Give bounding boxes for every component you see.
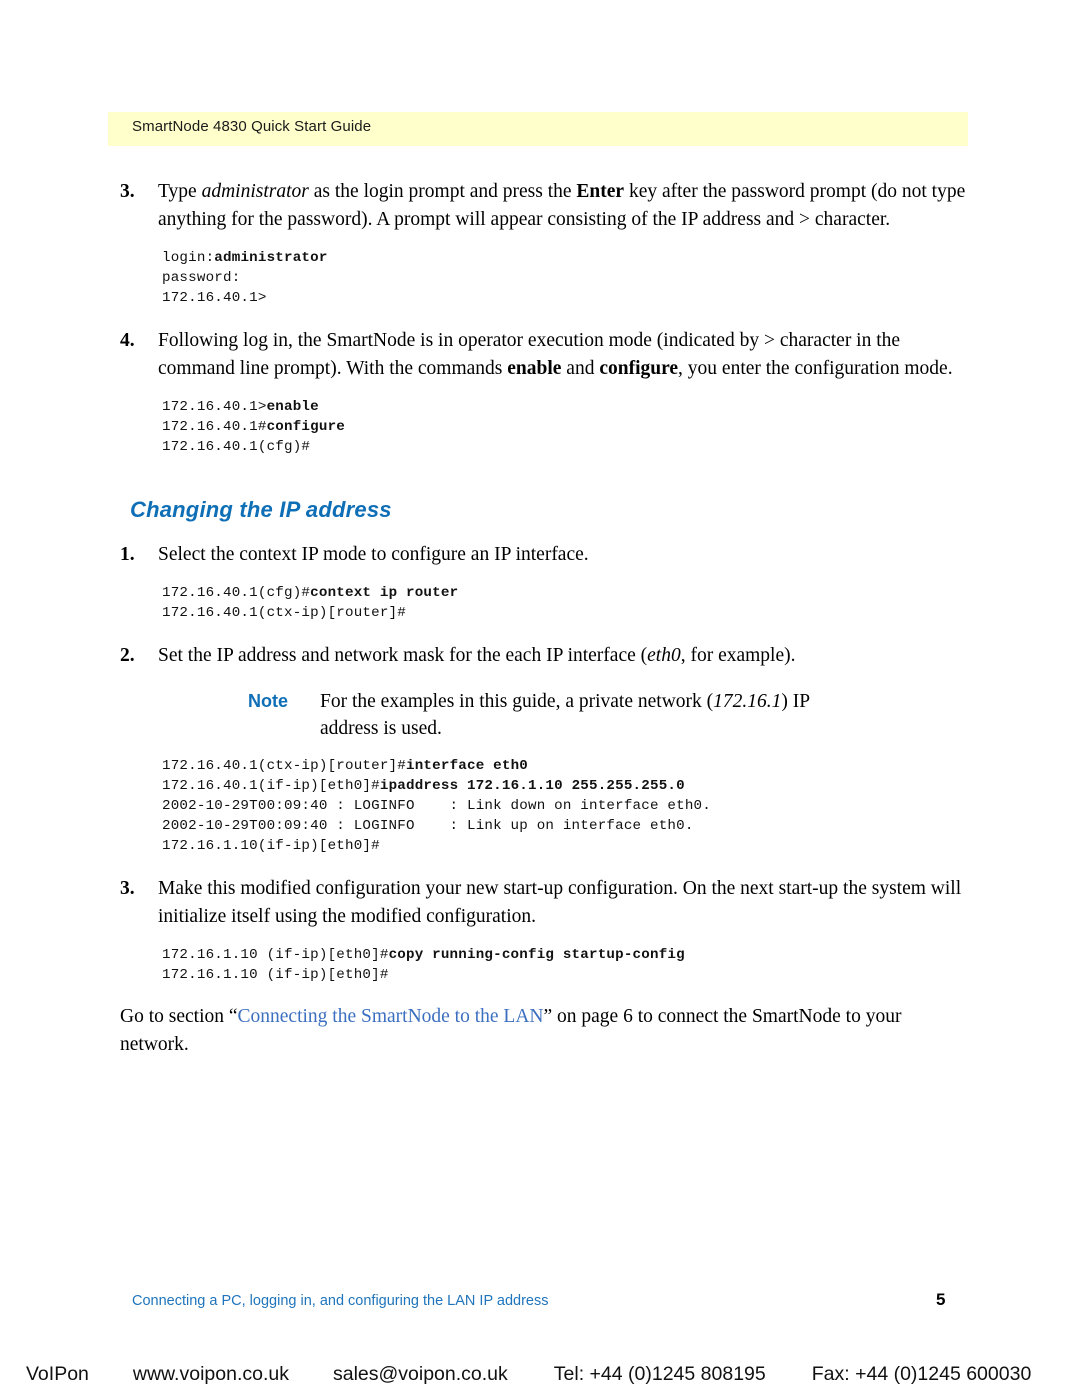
step-number: 3. — [120, 877, 135, 899]
cli-line: 172.16.40.1> — [162, 398, 267, 415]
numbered-step: 4. Following log in, the SmartNode is in… — [120, 327, 980, 383]
cli-line: password: — [162, 270, 241, 287]
step-number: 3. — [120, 181, 135, 202]
numbered-step: 3. Make this modified configuration your… — [120, 875, 980, 931]
step-text-strong: enable — [507, 357, 562, 379]
note-text: For the examples in this guide, a privat… — [320, 688, 840, 742]
step-text-part: , for example). — [680, 644, 796, 666]
cli-command: copy running-config startup-config — [388, 946, 685, 963]
step-text-part: Type — [158, 181, 202, 202]
cli-command: ipaddress 172.16.1.10 255.255.255.0 — [379, 777, 685, 794]
cli-transcript: 172.16.40.1(cfg)#context ip router 172.1… — [162, 583, 980, 623]
cli-transcript: 172.16.40.1>enable 172.16.40.1#configure… — [162, 397, 980, 458]
banner-brand: VoIPon — [26, 1363, 89, 1385]
note-label: Note — [248, 690, 288, 711]
cli-line: 2002-10-29T00:09:40 : LOGINFO : Link up … — [162, 818, 694, 835]
running-header-title: SmartNode 4830 Quick Start Guide — [132, 118, 372, 135]
cli-line: 172.16.40.1(ctx-ip)[router]# — [162, 605, 406, 622]
step-text: Make this modified configuration your ne… — [158, 877, 962, 927]
section-heading: Changing the IP address — [130, 497, 392, 523]
cli-line: 172.16.1.10(if-ip)[eth0]# — [162, 838, 380, 855]
cli-command: interface eth0 — [406, 757, 528, 774]
banner-telephone: Tel: +44 (0)1245 808195 — [553, 1363, 766, 1385]
cli-line: 172.16.40.1(ctx-ip)[router]# — [162, 757, 406, 774]
banner-fax: Fax: +44 (0)1245 600030 — [811, 1363, 1032, 1385]
cli-command: administrator — [214, 250, 328, 266]
page-content: 3. Type administrator as the login promp… — [120, 178, 980, 1059]
step-text-emphasis: administrator — [201, 181, 309, 202]
step-text-part: as the login prompt and press the — [308, 181, 577, 202]
banner-website[interactable]: www.voipon.co.uk — [133, 1363, 289, 1386]
step-text-strong: Enter — [576, 181, 625, 202]
cli-line: login: — [162, 250, 215, 266]
note-text-part: For the examples in this guide, a privat… — [320, 690, 714, 712]
cli-line: 172.16.40.1(cfg)# — [162, 585, 311, 602]
cli-command: enable — [266, 398, 319, 415]
cli-line: 172.16.1.10 (if-ip)[eth0]# — [162, 966, 389, 983]
cli-line: 172.16.40.1# — [162, 418, 267, 435]
step-number: 1. — [120, 544, 135, 566]
note-callout: Note For the examples in this guide, a p… — [248, 688, 980, 742]
step-text: Set the IP address and network mask for … — [158, 642, 980, 670]
note-text-emphasis: 172.16.1 — [713, 690, 782, 712]
cli-line: 172.16.40.1(cfg)# — [162, 439, 311, 456]
step-text: Following log in, the SmartNode is in op… — [158, 327, 980, 383]
step-text-emphasis: eth0 — [647, 644, 681, 666]
banner-email[interactable]: sales@voipon.co.uk — [333, 1363, 508, 1386]
cli-line: 2002-10-29T00:09:40 : LOGINFO : Link dow… — [162, 798, 711, 815]
step-text-part: , you enter the configuration mode. — [678, 357, 953, 379]
voipon-contact-banner: VoIPon www.voipon.co.uk sales@voipon.co.… — [0, 1352, 1080, 1397]
step-number: 4. — [120, 329, 135, 351]
cross-reference-link[interactable]: Connecting the SmartNode to the LAN — [238, 1006, 544, 1027]
step-text-part: and — [561, 357, 600, 379]
step-text: Select the context IP mode to configure … — [158, 544, 589, 566]
cli-line: 172.16.40.1> — [162, 290, 267, 307]
document-page: SmartNode 4830 Quick Start Guide 3. Type… — [0, 0, 1080, 1397]
step-text-part: Set the IP address and network mask for … — [158, 644, 648, 666]
cli-line: 172.16.1.10 (if-ip)[eth0]# — [162, 946, 389, 963]
cli-transcript: login:administrator password: 172.16.40.… — [162, 248, 980, 309]
cli-transcript: 172.16.1.10 (if-ip)[eth0]#copy running-c… — [162, 945, 980, 985]
step-text-strong: configure — [599, 357, 679, 379]
closing-paragraph: Go to section “Connecting the SmartNode … — [120, 1003, 950, 1059]
closing-text-part: Go to section “ — [120, 1006, 238, 1028]
footer-section-label: Connecting a PC, logging in, and configu… — [132, 1293, 549, 1309]
cli-transcript: 172.16.40.1(ctx-ip)[router]#interface et… — [162, 756, 980, 857]
cli-command: context ip router — [310, 585, 459, 602]
step-number: 2. — [120, 644, 135, 666]
cli-command: configure — [266, 418, 346, 435]
numbered-step: 2. Set the IP address and network mask f… — [120, 642, 980, 670]
cli-line: 172.16.40.1(if-ip)[eth0]# — [162, 777, 380, 794]
numbered-step: 3. Type administrator as the login promp… — [120, 178, 980, 234]
numbered-step: 1. Select the context IP mode to configu… — [120, 541, 980, 569]
step-text: Type administrator as the login prompt a… — [158, 178, 980, 234]
footer-page-number: 5 — [936, 1290, 946, 1309]
